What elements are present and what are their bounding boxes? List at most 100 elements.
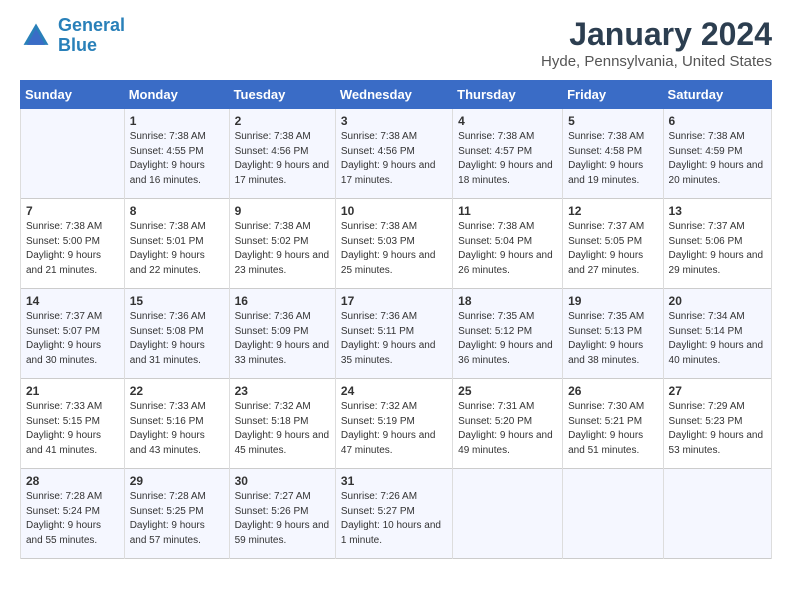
- sunset-text: Sunset: 5:14 PM: [669, 326, 743, 337]
- daylight-text: Daylight: 9 hours and 26 minutes.: [458, 250, 553, 276]
- calendar-subtitle: Hyde, Pennsylvania, United States: [541, 53, 772, 70]
- sunrise-text: Sunrise: 7:33 AM: [26, 401, 102, 412]
- logo-line1: General: [58, 15, 125, 35]
- sunrise-text: Sunrise: 7:38 AM: [235, 131, 311, 142]
- sunrise-text: Sunrise: 7:35 AM: [568, 311, 644, 322]
- day-number: 4: [458, 114, 557, 128]
- day-number: 5: [568, 114, 657, 128]
- calendar-cell: 28Sunrise: 7:28 AMSunset: 5:24 PMDayligh…: [21, 469, 125, 559]
- weekday-header: Tuesday: [229, 81, 335, 109]
- day-number: 3: [341, 114, 447, 128]
- calendar-cell: 24Sunrise: 7:32 AMSunset: 5:19 PMDayligh…: [335, 379, 452, 469]
- weekday-header: Friday: [563, 81, 663, 109]
- logo-icon: [20, 20, 52, 52]
- sunset-text: Sunset: 5:18 PM: [235, 416, 309, 427]
- day-number: 28: [26, 474, 119, 488]
- day-info: Sunrise: 7:35 AMSunset: 5:13 PMDaylight:…: [568, 310, 657, 368]
- daylight-text: Daylight: 9 hours and 27 minutes.: [568, 250, 643, 276]
- sunset-text: Sunset: 5:01 PM: [130, 236, 204, 247]
- daylight-text: Daylight: 9 hours and 41 minutes.: [26, 430, 101, 456]
- sunrise-text: Sunrise: 7:38 AM: [130, 221, 206, 232]
- day-number: 29: [130, 474, 224, 488]
- day-number: 24: [341, 384, 447, 398]
- calendar-cell: 30 Sunrise: 7:27 AMSunset: 5:26 PMDayligh…: [229, 469, 335, 559]
- calendar-week-row: 7Sunrise: 7:38 AMSunset: 5:00 PMDaylight…: [21, 199, 772, 289]
- day-info: Sunrise: 7:37 AMSunset: 5:07 PMDaylight:…: [26, 310, 119, 368]
- calendar-cell: 17Sunrise: 7:36 AMSunset: 5:11 PMDayligh…: [335, 289, 452, 379]
- daylight-text: Daylight: 9 hours and 33 minutes.: [235, 340, 330, 366]
- sunrise-text: Sunrise: 7:36 AM: [130, 311, 206, 322]
- daylight-text: Daylight: 9 hours and 57 minutes.: [130, 520, 205, 546]
- sunset-text: Sunset: 5:20 PM: [458, 416, 532, 427]
- calendar-cell: 23Sunrise: 7:32 AMSunset: 5:18 PMDayligh…: [229, 379, 335, 469]
- sunrise-text: Sunrise: 7:38 AM: [235, 221, 311, 232]
- calendar-cell: 27Sunrise: 7:29 AMSunset: 5:23 PMDayligh…: [663, 379, 771, 469]
- sunrise-text: Sunrise: 7:38 AM: [458, 131, 534, 142]
- day-info: Sunrise: 7:37 AMSunset: 5:05 PMDaylight:…: [568, 220, 657, 278]
- day-info: Sunrise: 7:36 AMSunset: 5:08 PMDaylight:…: [130, 310, 224, 368]
- weekday-header: Saturday: [663, 81, 771, 109]
- day-number: 9: [235, 204, 330, 218]
- sunset-text: Sunset: 5:25 PM: [130, 506, 204, 517]
- sunset-text: Sunset: 5:05 PM: [568, 236, 642, 247]
- day-info: Sunrise: 7:28 AMSunset: 5:25 PMDaylight:…: [130, 490, 224, 548]
- calendar-week-row: 21Sunrise: 7:33 AMSunset: 5:15 PMDayligh…: [21, 379, 772, 469]
- calendar-cell: 16Sunrise: 7:36 AMSunset: 5:09 PMDayligh…: [229, 289, 335, 379]
- day-number: 20: [669, 294, 766, 308]
- sunset-text: Sunset: 5:04 PM: [458, 236, 532, 247]
- day-info: Sunrise: 7:38 AM Sunset: 5:02 PM Daylight:…: [235, 220, 330, 278]
- sunset-text: Sunset: 5:19 PM: [341, 416, 415, 427]
- sunset-text: Sunset: 5:00 PM: [26, 236, 100, 247]
- sunrise-text: Sunrise: 7:31 AM: [458, 401, 534, 412]
- day-info: Sunrise: 7:38 AMSunset: 5:00 PMDaylight:…: [26, 220, 119, 278]
- day-info: Sunrise: 7:38 AMSunset: 5:04 PMDaylight:…: [458, 220, 557, 278]
- daylight-text: Daylight: 9 hours and 45 minutes.: [235, 430, 330, 456]
- sunrise-text: Sunrise: 7:38 AM: [341, 221, 417, 232]
- sunset-text: Sunset: 5:15 PM: [26, 416, 100, 427]
- sunset-text: Sunset: 5:24 PM: [26, 506, 100, 517]
- daylight-text: Daylight: 9 hours and 23 minutes.: [235, 250, 330, 276]
- sunset-text: Sunset: 5:03 PM: [341, 236, 415, 247]
- sunset-text: Sunset: 5:02 PM: [235, 236, 309, 247]
- day-info: Sunrise: 7:36 AMSunset: 5:11 PMDaylight:…: [341, 310, 447, 368]
- day-number: 14: [26, 294, 119, 308]
- sunrise-text: Sunrise: 7:35 AM: [458, 311, 534, 322]
- calendar-cell: 8Sunrise: 7:38 AMSunset: 5:01 PMDaylight…: [124, 199, 229, 289]
- page-header: General Blue January 2024 Hyde, Pennsylv…: [20, 16, 772, 70]
- daylight-text: Daylight: 9 hours and 30 minutes.: [26, 340, 101, 366]
- calendar-cell: 25Sunrise: 7:31 AMSunset: 5:20 PMDayligh…: [453, 379, 563, 469]
- day-info: Sunrise: 7:38 AMSunset: 4:57 PMDaylight:…: [458, 130, 557, 188]
- calendar-cell: 5Sunrise: 7:38 AMSunset: 4:58 PMDaylight…: [563, 109, 663, 199]
- daylight-text: Daylight: 9 hours and 31 minutes.: [130, 340, 205, 366]
- calendar-week-row: 1Sunrise: 7:38 AMSunset: 4:55 PMDaylight…: [21, 109, 772, 199]
- day-number: 30: [235, 474, 330, 488]
- day-info: Sunrise: 7:29 AMSunset: 5:23 PMDaylight:…: [669, 400, 766, 458]
- sunrise-text: Sunrise: 7:38 AM: [669, 131, 745, 142]
- sunset-text: Sunset: 5:21 PM: [568, 416, 642, 427]
- calendar-cell: 9 Sunrise: 7:38 AM Sunset: 5:02 PM Daylight…: [229, 199, 335, 289]
- calendar-cell: 18Sunrise: 7:35 AMSunset: 5:12 PMDayligh…: [453, 289, 563, 379]
- day-info: Sunrise: 7:31 AMSunset: 5:20 PMDaylight:…: [458, 400, 557, 458]
- day-number: 2: [235, 114, 330, 128]
- day-info: Sunrise: 7:38 AMSunset: 5:01 PMDaylight:…: [130, 220, 224, 278]
- sunrise-text: Sunrise: 7:32 AM: [235, 401, 311, 412]
- daylight-text: Daylight: 9 hours and 55 minutes.: [26, 520, 101, 546]
- daylight-text: Daylight: 10 hours and 1 minute.: [341, 520, 441, 546]
- sunset-text: Sunset: 4:57 PM: [458, 146, 532, 157]
- sunset-text: Sunset: 5:27 PM: [341, 506, 415, 517]
- day-number: 10: [341, 204, 447, 218]
- day-info: Sunrise: 7:32 AM Sunset: 5:18 PM Daylight:…: [235, 400, 330, 458]
- day-info: Sunrise: 7:38 AMSunset: 4:56 PMDaylight:…: [235, 130, 330, 188]
- day-info: Sunrise: 7:27 AMSunset: 5:26 PMDaylight:…: [235, 490, 330, 548]
- weekday-header: Wednesday: [335, 81, 452, 109]
- day-number: 8: [130, 204, 224, 218]
- calendar-cell: 3Sunrise: 7:38 AMSunset: 4:56 PMDaylight…: [335, 109, 452, 199]
- calendar-cell: 15Sunrise: 7:36 AMSunset: 5:08 PMDayligh…: [124, 289, 229, 379]
- day-info: Sunrise: 7:32 AMSunset: 5:19 PMDaylight:…: [341, 400, 447, 458]
- logo: General Blue: [20, 16, 125, 56]
- sunrise-text: Sunrise: 7:32 AM: [341, 401, 417, 412]
- sunrise-text: Sunrise: 7:33 AM: [130, 401, 206, 412]
- title-block: January 2024 Hyde, Pennsylvania, United …: [541, 16, 772, 70]
- weekday-row: SundayMondayTuesdayWednesdayThursdayFrid…: [21, 81, 772, 109]
- sunset-text: Sunset: 5:16 PM: [130, 416, 204, 427]
